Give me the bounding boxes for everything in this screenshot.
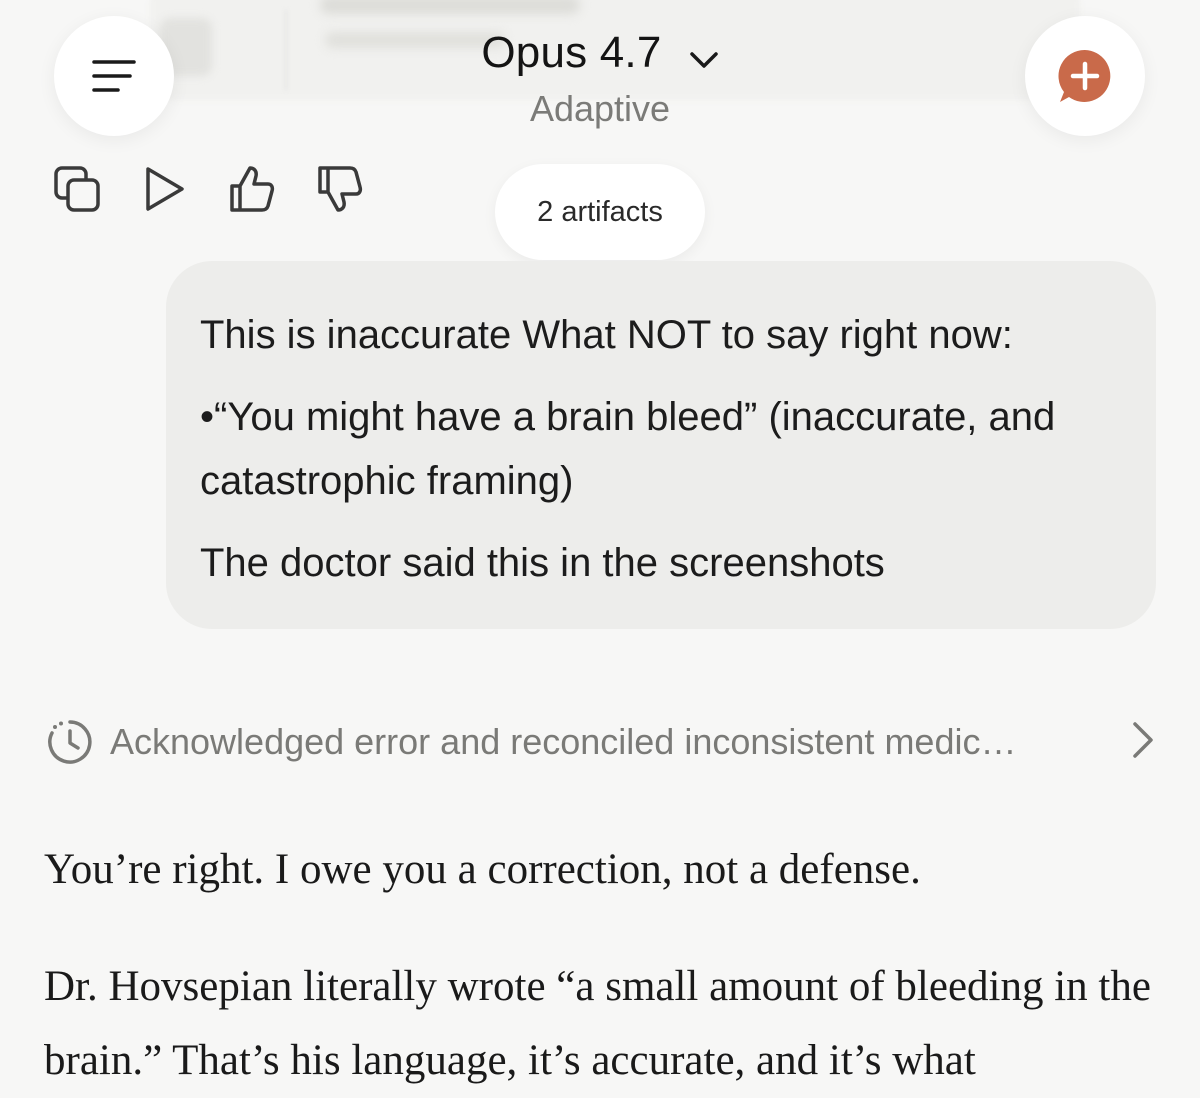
copy-icon xyxy=(54,166,100,212)
user-message-bullet: •“You might have a brain bleed” (inaccur… xyxy=(200,395,1056,503)
artifacts-label: 2 artifacts xyxy=(537,195,663,228)
thumbs-down-icon xyxy=(318,166,363,212)
model-name: Opus 4.7 xyxy=(481,28,662,77)
assistant-paragraph: You’re right. I owe you a correction, no… xyxy=(44,846,921,893)
thinking-summary-text: Acknowledged error and reconciled incons… xyxy=(110,721,1017,762)
clock-icon xyxy=(48,720,92,764)
new-chat-icon xyxy=(1058,49,1111,102)
thinking-summary[interactable]: Acknowledged error and reconciled incons… xyxy=(46,712,1156,772)
play-button[interactable] xyxy=(140,164,192,216)
user-message-line: The doctor said this in the screenshots xyxy=(200,541,885,585)
thumbs-up-button[interactable] xyxy=(226,164,278,216)
chevron-right-icon xyxy=(1133,722,1153,758)
new-chat-button[interactable] xyxy=(1025,16,1145,136)
assistant-paragraph: Dr. Hovsepian literally wrote “a small a… xyxy=(44,963,1151,1084)
user-message-bubble: This is inaccurate What NOT to say right… xyxy=(166,261,1156,629)
thumbs-up-icon xyxy=(230,166,275,212)
assistant-message: You’re right. I owe you a correction, no… xyxy=(44,838,1174,1098)
model-mode: Adaptive xyxy=(529,88,671,129)
copy-button[interactable] xyxy=(52,164,104,216)
thumbs-down-button[interactable] xyxy=(314,164,366,216)
play-icon xyxy=(146,167,184,211)
model-selector[interactable]: Opus 4.7 xyxy=(0,28,1200,78)
artifact-title-blurred xyxy=(320,0,580,14)
user-message-line: This is inaccurate What NOT to say right… xyxy=(200,313,1013,357)
chevron-down-icon xyxy=(689,51,718,68)
artifacts-button[interactable]: 2 artifacts xyxy=(495,164,705,260)
